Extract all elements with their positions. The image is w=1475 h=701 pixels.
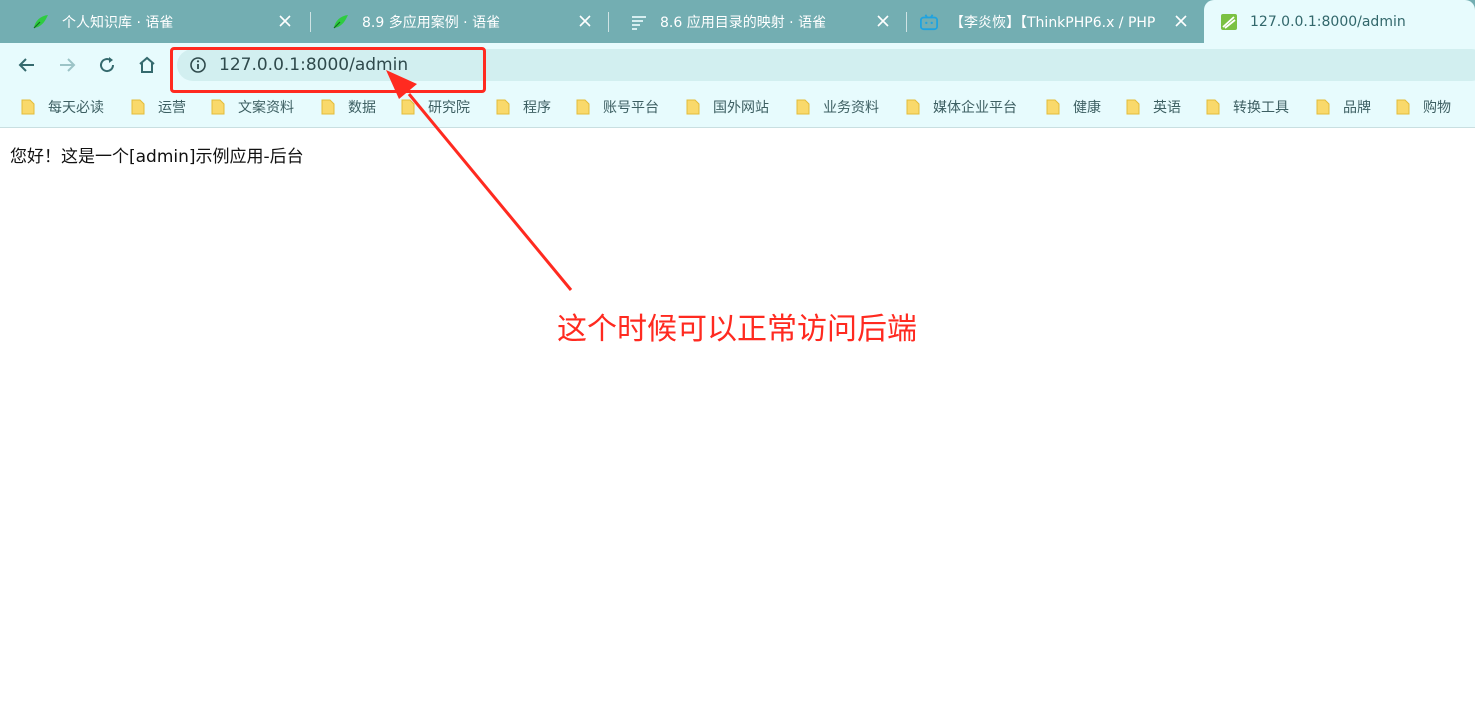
folder-icon xyxy=(686,99,700,115)
bookmark-label: 文案资料 xyxy=(238,100,294,116)
folder-icon xyxy=(1396,99,1410,115)
tab-yuque-knowledge[interactable]: 个人知识库 · 语雀 xyxy=(8,0,308,43)
bookmark-folder[interactable]: 业务资料 xyxy=(796,97,879,117)
bookmark-label: 英语 xyxy=(1153,100,1181,116)
bookmark-folder[interactable]: 运营 xyxy=(131,97,186,117)
tab-localhost-admin[interactable]: 127.0.0.1:8000/admin xyxy=(1204,0,1475,43)
bookmark-folder[interactable]: 账号平台 xyxy=(576,97,659,117)
close-icon[interactable] xyxy=(874,12,892,30)
folder-icon xyxy=(1126,99,1140,115)
bookmark-folder[interactable]: 数据 xyxy=(321,97,376,117)
reload-button[interactable] xyxy=(94,52,120,78)
bookmark-folder[interactable]: 研究院 xyxy=(401,97,470,117)
folder-icon xyxy=(1316,99,1330,115)
doc-lines-icon xyxy=(630,13,648,31)
tab-title: 8.6 应用目录的映射 · 语雀 xyxy=(660,14,827,31)
arrow-right-icon xyxy=(60,58,76,72)
bookmark-label: 转换工具 xyxy=(1233,100,1289,116)
folder-icon xyxy=(131,99,145,115)
tab-multi-app-case[interactable]: 8.9 多应用案例 · 语雀 xyxy=(308,0,608,43)
bookmark-label: 运营 xyxy=(158,100,186,116)
bookmark-label: 研究院 xyxy=(428,100,470,116)
home-icon xyxy=(139,56,155,73)
back-button[interactable] xyxy=(14,52,40,78)
folder-icon xyxy=(906,99,920,115)
folder-icon xyxy=(496,99,510,115)
bookmark-folder[interactable]: 健康 xyxy=(1046,97,1101,117)
forward-button[interactable] xyxy=(54,52,80,78)
annotation-highlight-box xyxy=(170,47,486,93)
yuque-bird-icon xyxy=(32,13,50,31)
bookmark-folder[interactable]: 媒体企业平台 xyxy=(906,97,1017,117)
folder-icon xyxy=(1206,99,1220,115)
folder-icon xyxy=(321,99,335,115)
bookmark-folder[interactable]: 转换工具 xyxy=(1206,97,1289,117)
page-body-text: 您好！这是一个[admin]示例应用-后台 xyxy=(10,147,304,167)
reload-icon xyxy=(100,57,115,73)
bookmark-folder[interactable]: 品牌 xyxy=(1316,97,1371,117)
folder-icon xyxy=(576,99,590,115)
folder-icon xyxy=(21,99,35,115)
annotation-text: 这个时候可以正常访问后端 xyxy=(557,312,917,347)
browser-window: 个人知识库 · 语雀 8.9 多应用案例 · 语雀 8.6 应用目录的映射 · … xyxy=(0,0,1475,701)
bookmark-label: 媒体企业平台 xyxy=(933,100,1017,116)
bookmark-folder[interactable]: 国外网站 xyxy=(686,97,769,117)
bookmark-folder[interactable]: 英语 xyxy=(1126,97,1181,117)
bookmark-label: 健康 xyxy=(1073,100,1101,116)
home-button[interactable] xyxy=(134,52,160,78)
tab-title: 8.9 多应用案例 · 语雀 xyxy=(362,14,501,31)
page-content: 您好！这是一个[admin]示例应用-后台 xyxy=(0,128,1475,701)
folder-icon xyxy=(401,99,415,115)
bookmark-label: 品牌 xyxy=(1343,100,1371,116)
bookmark-folder[interactable]: 购物 xyxy=(1396,97,1451,117)
bookmark-folder[interactable]: 文案资料 xyxy=(211,97,294,117)
yuque-bird-icon xyxy=(332,13,350,31)
tab-bilibili-video[interactable]: 【李炎恢】【ThinkPHP6.x / PHP xyxy=(904,0,1204,43)
close-icon[interactable] xyxy=(1172,12,1190,30)
tab-strip: 个人知识库 · 语雀 8.9 多应用案例 · 语雀 8.6 应用目录的映射 · … xyxy=(0,0,1475,43)
folder-icon xyxy=(796,99,810,115)
tab-title: 个人知识库 · 语雀 xyxy=(62,14,174,31)
tab-title: 【李炎恢】【ThinkPHP6.x / PHP xyxy=(950,14,1156,31)
arrow-left-icon xyxy=(18,58,34,72)
folder-icon xyxy=(211,99,225,115)
bookmark-label: 每天必读 xyxy=(48,100,104,116)
close-icon[interactable] xyxy=(576,12,594,30)
bookmark-label: 账号平台 xyxy=(603,100,659,116)
tab-app-dir-mapping[interactable]: 8.6 应用目录的映射 · 语雀 xyxy=(606,0,906,43)
bookmark-folder[interactable]: 程序 xyxy=(496,97,551,117)
bookmark-label: 程序 xyxy=(523,100,551,116)
bookmark-label: 国外网站 xyxy=(713,100,769,116)
bookmarks-bar: 每天必读 运营 文案资料 数据 研究院 程序 账号平台 国外网站 业务资料 媒体… xyxy=(0,87,1475,128)
bookmark-label: 购物 xyxy=(1423,100,1451,116)
tab-title: 127.0.0.1:8000/admin xyxy=(1250,13,1406,30)
bookmark-label: 业务资料 xyxy=(823,100,879,116)
site-favicon-icon xyxy=(1220,13,1238,31)
folder-icon xyxy=(1046,99,1060,115)
close-icon[interactable] xyxy=(276,12,294,30)
bookmark-folder[interactable]: 每天必读 xyxy=(21,97,104,117)
bilibili-tv-icon xyxy=(920,13,938,31)
bookmark-label: 数据 xyxy=(348,100,376,116)
